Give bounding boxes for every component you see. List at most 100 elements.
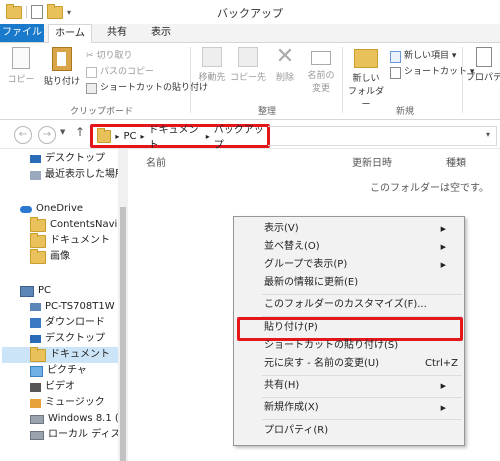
move-to-button[interactable]: 移動先 xyxy=(196,47,228,83)
delete-button[interactable]: ✕ 削除 xyxy=(270,44,300,84)
nav-item-desktop[interactable]: デスクトップ xyxy=(30,331,105,347)
nav-item-pc[interactable]: PC xyxy=(20,283,51,299)
paste-shortcut-icon xyxy=(86,83,97,94)
menu-item-customize[interactable]: このフォルダーのカスタマイズ(F)... xyxy=(264,297,427,313)
nav-item-onedrive-documents[interactable]: ドキュメント xyxy=(30,232,110,249)
new-item-icon xyxy=(390,50,401,63)
computer-icon xyxy=(30,303,41,311)
breadcrumb-documents[interactable]: ドキュメント xyxy=(148,121,201,151)
desktop-icon xyxy=(30,335,41,343)
menu-separator xyxy=(262,294,462,295)
ribbon-separator xyxy=(190,47,191,113)
menu-item-paste-shortcut[interactable]: ショートカットの貼り付け(S) xyxy=(264,338,398,354)
ribbon: コピー 貼り付け ✂ 切り取り パスのコピー ショートカットの貼り付け クリップボ… xyxy=(0,43,500,120)
tab-file[interactable]: ファイル xyxy=(0,24,44,42)
copy-icon xyxy=(12,47,30,69)
menu-item-properties[interactable]: プロパティ(R) xyxy=(264,423,328,439)
nav-item-recent[interactable]: 最近表示した場所 xyxy=(30,167,118,183)
recent-locations-icon[interactable]: ▼ xyxy=(60,128,65,136)
menu-item-new[interactable]: 新規作成(X) ▶ xyxy=(264,400,454,416)
forward-button[interactable]: → xyxy=(38,126,56,144)
new-folder-button[interactable]: 新しい フォルダー xyxy=(346,47,386,110)
back-arrow-icon: ← xyxy=(18,129,28,140)
delete-icon: ✕ xyxy=(275,44,295,69)
downloads-icon xyxy=(30,318,41,328)
nav-item-music[interactable]: ミュージック xyxy=(30,395,105,411)
address-bar-row: ← → ▼ ↑ ▸ PC ▸ ドキュメント ▸ バックアップ ▾ xyxy=(0,120,500,151)
paste-ribbon-button[interactable]: 貼り付け xyxy=(42,47,82,87)
empty-folder-message: このフォルダーは空です。 xyxy=(370,183,489,194)
drive-icon xyxy=(30,430,44,440)
scissors-icon: ✂ xyxy=(86,51,94,61)
new-item-button[interactable]: 新しい項目 ▾ xyxy=(390,49,456,64)
ribbon-tabs: ファイル ホーム 共有 表示 xyxy=(0,24,500,44)
desktop-icon xyxy=(30,155,41,163)
onedrive-icon xyxy=(20,205,32,213)
tab-share[interactable]: 共有 xyxy=(96,24,138,42)
copy-to-button[interactable]: コピー先 xyxy=(230,47,266,83)
folder-icon xyxy=(30,232,46,248)
menu-item-view[interactable]: 表示(V) ▶ xyxy=(264,221,454,237)
nav-item-onedrive[interactable]: OneDrive xyxy=(20,201,83,217)
copy-button[interactable]: コピー xyxy=(4,47,38,85)
nav-item-downloads[interactable]: ダウンロード xyxy=(30,315,105,331)
ribbon-separator xyxy=(462,47,463,113)
rename-button[interactable]: 名前の 変更 xyxy=(304,47,338,94)
title-bar: ▾ バックアップ xyxy=(0,0,500,24)
menu-separator xyxy=(262,397,462,398)
tab-home[interactable]: ホーム xyxy=(48,24,92,44)
column-header-name[interactable]: 名前 xyxy=(146,154,166,169)
scrollbar-thumb[interactable] xyxy=(120,207,126,461)
menu-item-share[interactable]: 共有(H) ▶ xyxy=(264,378,454,394)
column-header-type[interactable]: 種類 xyxy=(446,154,466,169)
address-dropdown-icon[interactable]: ▾ xyxy=(486,130,490,139)
breadcrumb-separator-icon: ▸ xyxy=(140,131,145,141)
nav-item-videos[interactable]: ビデオ xyxy=(30,379,75,395)
nav-item-desktop-top[interactable]: デスクトップ xyxy=(30,151,105,167)
menu-item-group[interactable]: グループで表示(P) ▶ xyxy=(264,257,454,273)
breadcrumb-separator-icon: ▸ xyxy=(115,131,120,141)
menu-item-sort[interactable]: 並べ替え(O) ▶ xyxy=(264,239,454,255)
address-bar[interactable]: ▸ PC ▸ ドキュメント ▸ バックアップ xyxy=(90,121,270,151)
clipboard-group-label: クリップボード xyxy=(70,107,134,117)
properties-ribbon-button[interactable]: プロパティ xyxy=(466,47,500,83)
breadcrumb-backup[interactable]: バックアップ xyxy=(214,121,267,151)
navigation-scrollbar[interactable] xyxy=(118,149,128,461)
undo-shortcut-key: Ctrl+Z xyxy=(424,358,458,369)
music-icon xyxy=(30,398,41,408)
menu-item-paste[interactable]: 貼り付け(P) xyxy=(264,320,318,336)
copy-path-button[interactable]: パスのコピー xyxy=(86,65,154,80)
nav-item-documents-selected[interactable]: ドキュメント xyxy=(2,346,118,363)
address-bar-extension[interactable]: ▾ xyxy=(268,126,497,146)
column-header-date[interactable]: 更新日時 xyxy=(352,154,392,169)
context-menu: 表示(V) ▶ 並べ替え(O) ▶ グループで表示(P) ▶ 最新の情報に更新(E) … xyxy=(233,216,465,446)
documents-folder-icon xyxy=(30,346,46,362)
cut-button[interactable]: ✂ 切り取り xyxy=(86,49,133,64)
tab-view[interactable]: 表示 xyxy=(140,24,182,42)
folder-icon xyxy=(30,248,46,264)
nav-item-pc-name[interactable]: PC-TS708T1W xyxy=(30,299,115,315)
menu-item-undo[interactable]: 元に戻す - 名前の変更(U) Ctrl+Z xyxy=(264,356,458,372)
submenu-arrow-icon: ▶ xyxy=(440,225,446,233)
folder-icon xyxy=(30,216,46,232)
organize-group-label: 整理 xyxy=(258,107,277,117)
breadcrumb-separator-icon: ▸ xyxy=(205,131,210,141)
back-button[interactable]: ← xyxy=(14,126,32,144)
nav-item-local-disk[interactable]: ローカル ディスク (E xyxy=(30,427,118,443)
move-to-icon xyxy=(202,47,222,67)
forward-arrow-icon: → xyxy=(42,129,52,140)
new-folder-icon xyxy=(354,49,378,68)
nav-item-onedrive-pictures[interactable]: 画像 xyxy=(30,248,70,265)
videos-icon xyxy=(30,382,41,392)
nav-item-pictures[interactable]: ピクチャ xyxy=(30,363,87,379)
submenu-arrow-icon: ▶ xyxy=(440,243,446,251)
up-arrow-icon[interactable]: ↑ xyxy=(75,125,85,139)
copy-path-icon xyxy=(86,67,97,78)
properties-icon xyxy=(476,47,492,67)
breadcrumb-pc[interactable]: PC xyxy=(123,131,136,142)
nav-item-contentsnavi[interactable]: ContentsNavi xyxy=(30,216,117,233)
menu-item-refresh[interactable]: 最新の情報に更新(E) xyxy=(264,275,358,291)
submenu-arrow-icon: ▶ xyxy=(440,261,446,269)
nav-item-windows-drive[interactable]: Windows 8.1 (C xyxy=(30,411,118,427)
copy-to-icon xyxy=(238,47,258,67)
